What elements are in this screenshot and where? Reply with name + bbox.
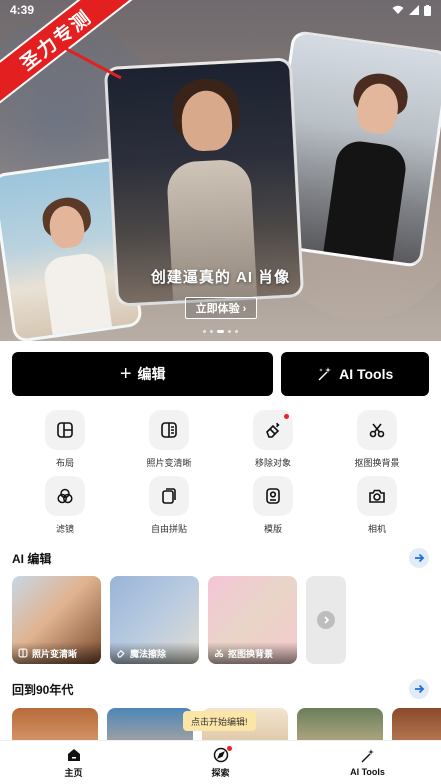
- nav-explore[interactable]: 探索: [147, 741, 294, 784]
- hero-title: 创建逼真的 AI 肖像: [150, 269, 291, 286]
- ai-card-label: 魔法擦除: [130, 648, 167, 659]
- template-icon: [266, 488, 280, 504]
- ai-tools-button[interactable]: AI Tools: [281, 352, 429, 396]
- tool-label: 移除对象: [254, 458, 291, 468]
- edit-tooltip: 点击开始编辑!: [183, 711, 256, 731]
- home-icon: [67, 748, 80, 761]
- tool-label: 抠图换背景: [354, 458, 400, 468]
- edit-button[interactable]: + 编辑: [12, 352, 274, 396]
- wifi-icon: [392, 5, 404, 14]
- ai-edit-header: AI 编辑: [12, 548, 429, 568]
- tool-enhance[interactable]: 照片变清晰: [117, 410, 221, 470]
- collage-icon: [162, 488, 176, 504]
- layout-icon: [57, 422, 73, 438]
- retro-more-button[interactable]: [409, 679, 429, 699]
- tool-label: 滤镜: [55, 524, 74, 534]
- magic-wand-icon: [361, 749, 374, 763]
- status-icons: [392, 4, 431, 16]
- carousel-dot-active[interactable]: [217, 330, 224, 333]
- nav-home-label: 主页: [64, 767, 83, 778]
- carousel-dots: [0, 330, 441, 333]
- tool-label: 布局: [55, 458, 74, 468]
- carousel-dot[interactable]: [210, 330, 213, 333]
- try-now-button[interactable]: 立即体验 ›: [185, 297, 257, 319]
- tool-template[interactable]: 模版: [221, 476, 325, 536]
- section-title: 回到90年代: [12, 682, 74, 697]
- ai-card-label: 照片变清晰: [32, 648, 78, 659]
- ai-tools-button-label: AI Tools: [339, 366, 394, 382]
- enhance-icon: [18, 648, 28, 658]
- tool-grid: 布局 照片变清晰 移除对象 抠图换背景 滤镜 自由拼贴 模版 相机: [13, 410, 429, 536]
- carousel-dot[interactable]: [228, 330, 231, 333]
- bottom-nav: 主页 探索 AI Tools: [0, 740, 441, 784]
- scissors-icon: [214, 649, 224, 658]
- ai-card-enhance[interactable]: 照片变清晰: [12, 576, 101, 664]
- eraser-icon: [266, 422, 280, 438]
- notification-dot: [284, 414, 289, 419]
- ai-edit-more-button[interactable]: [409, 548, 429, 568]
- ai-card-label: 抠图换背景: [228, 648, 274, 659]
- tool-label: 自由拼贴: [150, 524, 187, 534]
- tool-filter[interactable]: 滤镜: [13, 476, 117, 536]
- ai-card-more[interactable]: [306, 576, 346, 664]
- tool-cutout[interactable]: 抠图换背景: [325, 410, 429, 470]
- tool-label: 照片变清晰: [146, 458, 192, 468]
- ai-card-cutout[interactable]: 抠图换背景: [208, 576, 297, 664]
- plus-icon: +: [119, 363, 132, 385]
- scissors-icon: [369, 423, 385, 438]
- magic-wand-icon: [318, 367, 332, 381]
- retro-header: 回到90年代: [12, 679, 429, 699]
- tool-collage[interactable]: 自由拼贴: [117, 476, 221, 536]
- section-title: AI 编辑: [12, 551, 52, 566]
- eraser-icon: [117, 649, 125, 658]
- tool-layout[interactable]: 布局: [13, 410, 117, 470]
- camera-icon: [369, 489, 385, 503]
- signal-icon: [409, 5, 419, 15]
- edit-button-label: 编辑: [137, 366, 166, 382]
- enhance-icon: [161, 422, 177, 438]
- nav-explore-label: 探索: [211, 767, 230, 778]
- filter-icon: [57, 488, 73, 504]
- tool-remove-object[interactable]: 移除对象: [221, 410, 325, 470]
- tool-camera[interactable]: 相机: [325, 476, 429, 536]
- notification-dot: [226, 746, 232, 751]
- portrait-figure: [321, 138, 409, 269]
- ai-edit-list: 照片变清晰 魔法擦除 抠图换背景: [12, 576, 441, 664]
- portrait-figure: [42, 251, 115, 341]
- carousel-dot[interactable]: [203, 330, 206, 333]
- battery-icon: [424, 4, 431, 16]
- nav-ai-tools[interactable]: AI Tools: [294, 741, 441, 784]
- ai-card-magic-erase[interactable]: 魔法擦除: [110, 576, 199, 664]
- carousel-dot[interactable]: [235, 330, 238, 333]
- tool-label: 模版: [263, 524, 282, 534]
- nav-ai-tools-label: AI Tools: [350, 767, 385, 777]
- arrow-right-icon: [415, 684, 425, 694]
- status-time: 4:39: [10, 3, 35, 17]
- nav-home[interactable]: 主页: [0, 741, 147, 784]
- tool-label: 相机: [367, 524, 386, 534]
- action-buttons: + 编辑 AI Tools: [12, 352, 429, 396]
- arrow-right-icon: [415, 553, 425, 563]
- chevron-right-icon: [317, 611, 335, 629]
